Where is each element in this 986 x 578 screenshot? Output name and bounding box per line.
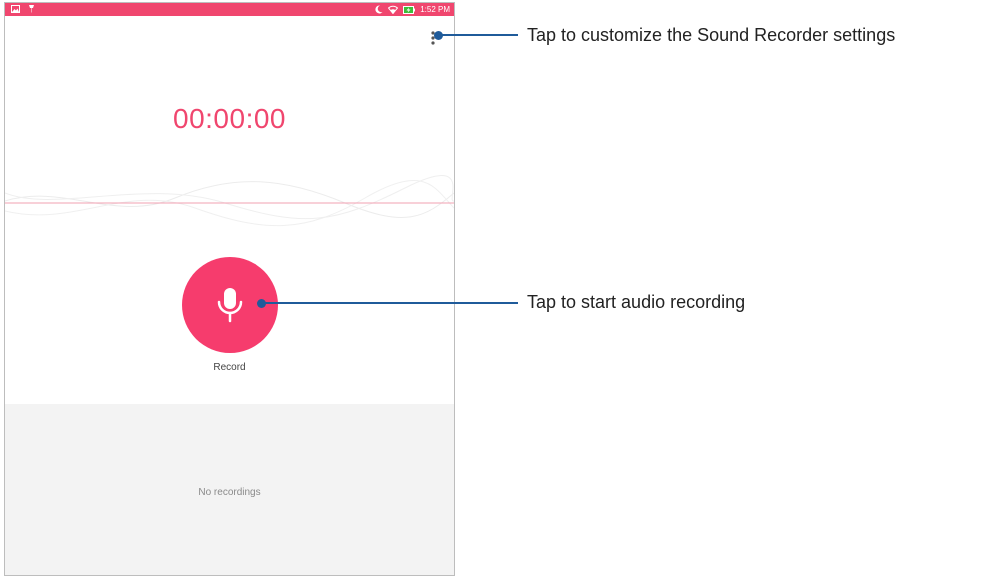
record-callout-text: Tap to start audio recording — [527, 292, 746, 312]
empty-list-text: No recordings — [198, 487, 261, 498]
status-time: 1:52 PM — [420, 5, 450, 14]
tablet-screen: 1:52 PM 00:00:00 Record No recordings — [4, 2, 455, 576]
recordings-list: No recordings — [5, 404, 454, 575]
settings-callout-text: Tap to customize the Sound Recorder sett… — [527, 25, 896, 45]
status-bar: 1:52 PM — [5, 3, 454, 16]
record-callout-line — [263, 302, 518, 304]
moon-icon — [375, 5, 383, 14]
pin-notification-icon — [29, 5, 34, 13]
recording-timer: 00:00:00 — [173, 103, 286, 134]
record-label: Record — [213, 362, 246, 373]
image-notification-icon — [11, 4, 20, 13]
waveform-baseline — [5, 175, 454, 227]
settings-callout-line — [440, 34, 518, 36]
battery-charging-icon — [403, 5, 416, 14]
wifi-icon — [388, 5, 399, 14]
